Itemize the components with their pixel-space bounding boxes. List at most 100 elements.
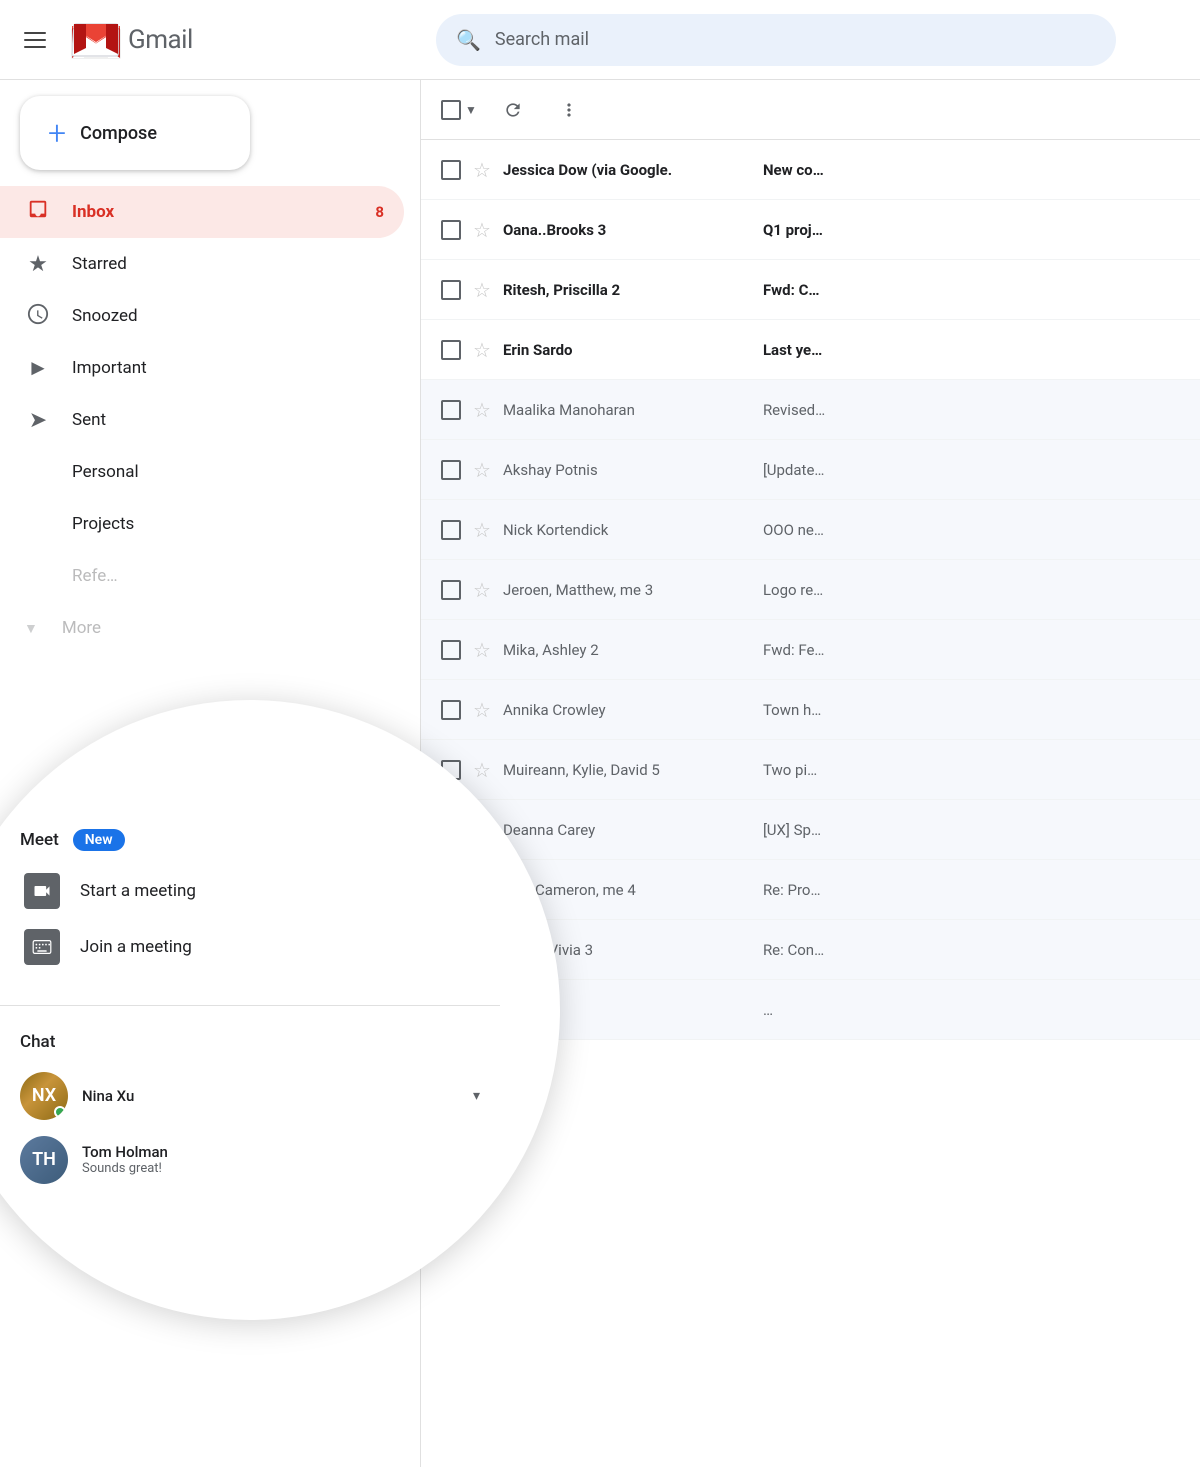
email-row[interactable]: ☆ Oana..Brooks 3 Q1 proj… xyxy=(421,200,1200,260)
email-row[interactable]: ☆ Deanna Carey [UX] Sp… xyxy=(421,800,1200,860)
email-toolbar: ▼ xyxy=(421,80,1200,140)
sidebar-item-inbox[interactable]: Inbox 8 xyxy=(0,186,404,238)
email-star-icon[interactable]: ☆ xyxy=(473,698,491,722)
search-input[interactable]: Search mail xyxy=(495,29,589,50)
email-checkbox[interactable] xyxy=(441,460,461,480)
inbox-icon xyxy=(24,198,52,226)
email-sender: Nick Kortendick xyxy=(503,521,763,539)
email-checkbox[interactable] xyxy=(441,280,461,300)
email-row[interactable]: ☆ Muireann, Kylie, David 5 Two pi… xyxy=(421,740,1200,800)
select-all-checkbox[interactable] xyxy=(441,100,461,120)
email-subject: Re: Pro… xyxy=(763,881,1180,899)
chat-user-nina[interactable]: NX Nina Xu ▾ xyxy=(20,1064,480,1128)
email-checkbox[interactable] xyxy=(441,220,461,240)
tom-name: Tom Holman xyxy=(82,1143,480,1161)
email-row[interactable]: ☆ Akshay Potnis [Update… xyxy=(421,440,1200,500)
email-star-icon[interactable]: ☆ xyxy=(473,578,491,602)
email-subject: Logo re… xyxy=(763,581,1180,599)
sidebar-item-starred[interactable]: ★ Starred xyxy=(0,238,404,290)
join-meeting-label: Join a meeting xyxy=(80,937,192,957)
email-row[interactable]: ☆ Annika Crowley Town h… xyxy=(421,680,1200,740)
chat-user-tom[interactable]: TH Tom Holman Sounds great! xyxy=(20,1128,480,1192)
starred-label: Starred xyxy=(72,254,384,274)
keyboard-icon xyxy=(24,929,60,965)
start-meeting-button[interactable]: Start a meeting xyxy=(20,863,480,919)
compose-button[interactable]: + Compose xyxy=(20,96,250,170)
email-star-icon[interactable]: ☆ xyxy=(473,758,491,782)
inbox-badge: 8 xyxy=(375,203,384,221)
sent-icon: ➤ xyxy=(24,408,52,433)
email-panel: ▼ ☆ Jessica Dow (via Google. New co… ☆ O… xyxy=(420,80,1200,1467)
email-star-icon[interactable]: ☆ xyxy=(473,638,491,662)
email-checkbox[interactable] xyxy=(441,700,461,720)
header-left: Gmail xyxy=(16,20,436,60)
snoozed-label: Snoozed xyxy=(72,306,384,326)
sidebar-item-sent[interactable]: ➤ Sent xyxy=(0,394,404,446)
email-subject: [UX] Sp… xyxy=(763,821,1180,839)
email-checkbox[interactable] xyxy=(441,400,461,420)
join-meeting-button[interactable]: Join a meeting xyxy=(20,919,480,975)
email-subject: [Update… xyxy=(763,461,1180,479)
email-star-icon[interactable]: ☆ xyxy=(473,398,491,422)
star-icon: ★ xyxy=(24,252,52,277)
compose-plus-icon: + xyxy=(48,114,66,152)
hamburger-menu[interactable] xyxy=(16,24,54,56)
select-dropdown-icon[interactable]: ▼ xyxy=(465,103,477,117)
tom-status: Sounds great! xyxy=(82,1161,480,1176)
email-row[interactable]: ☆ Jeroen, Matthew, me 3 Logo re… xyxy=(421,560,1200,620)
email-checkbox[interactable] xyxy=(441,340,461,360)
more-options-button[interactable] xyxy=(549,90,589,130)
select-all-wrap[interactable]: ▼ xyxy=(441,100,477,120)
search-bar[interactable]: 🔍 Search mail xyxy=(436,14,1116,66)
email-star-icon[interactable]: ☆ xyxy=(473,518,491,542)
email-row[interactable]: ☆ Erin Sardo Last ye… xyxy=(421,320,1200,380)
email-star-icon[interactable]: ☆ xyxy=(473,338,491,362)
email-checkbox[interactable] xyxy=(441,160,461,180)
overlay-meet-header: Meet New xyxy=(20,829,480,851)
app-header: Gmail 🔍 Search mail xyxy=(0,0,1200,80)
email-row[interactable]: ☆ Nick Kortendick OOO ne… xyxy=(421,500,1200,560)
email-sender: Deanna Carey xyxy=(503,821,763,839)
email-sender: Earl, Cameron, me 4 xyxy=(503,881,763,899)
tom-info: Tom Holman Sounds great! xyxy=(82,1143,480,1176)
nina-avatar: NX xyxy=(20,1072,68,1120)
overlay-meet-title: Meet xyxy=(20,830,59,850)
sidebar-item-projects[interactable]: Projects xyxy=(0,498,404,550)
email-subject: Q1 proj… xyxy=(763,221,1180,239)
overlay-divider xyxy=(0,1005,500,1006)
email-star-icon[interactable]: ☆ xyxy=(473,158,491,182)
email-checkbox[interactable] xyxy=(441,580,461,600)
email-sender: Jessica Dow (via Google. xyxy=(503,161,763,179)
nina-dropdown-icon[interactable]: ▾ xyxy=(473,1088,480,1104)
important-label: Important xyxy=(72,358,384,378)
email-row[interactable]: ☆ Mika, Ashley 2 Fwd: Fe… xyxy=(421,620,1200,680)
email-star-icon[interactable]: ☆ xyxy=(473,458,491,482)
overlay-chat-title: Chat xyxy=(20,1032,480,1052)
email-star-icon[interactable]: ☆ xyxy=(473,278,491,302)
sidebar-item-references[interactable]: Refe… xyxy=(0,550,404,602)
sidebar-item-more[interactable]: ▼ More xyxy=(0,602,420,654)
more-chevron-icon: ▼ xyxy=(24,620,38,637)
email-row[interactable]: ☆ Maalika Manoharan Revised… xyxy=(421,380,1200,440)
nina-online-indicator xyxy=(54,1106,66,1118)
email-star-icon[interactable]: ☆ xyxy=(473,218,491,242)
compose-label: Compose xyxy=(80,123,157,144)
sidebar-item-personal[interactable]: Personal xyxy=(0,446,404,498)
email-subject: Revised… xyxy=(763,401,1180,419)
email-row[interactable]: ☆ Jessica Dow (via Google. New co… xyxy=(421,140,1200,200)
email-checkbox[interactable] xyxy=(441,520,461,540)
gmail-wordmark: Gmail xyxy=(128,25,193,55)
email-sender: Akshay Potnis xyxy=(503,461,763,479)
inbox-label: Inbox xyxy=(72,202,355,222)
email-sender: Mika, Ashley 2 xyxy=(503,641,763,659)
email-checkbox[interactable] xyxy=(441,640,461,660)
sidebar-item-important[interactable]: ► Important xyxy=(0,342,404,394)
sidebar-item-snoozed[interactable]: Snoozed xyxy=(0,290,404,342)
refresh-button[interactable] xyxy=(493,90,533,130)
email-sender: Ritesh, Priscilla 2 xyxy=(503,281,763,299)
video-camera-icon xyxy=(24,873,60,909)
overlay-chat-section: Chat NX Nina Xu ▾ TH Tom Holman Sounds g… xyxy=(0,1020,500,1192)
email-row[interactable]: ☆ Ritesh, Priscilla 2 Fwd: C… xyxy=(421,260,1200,320)
tom-avatar: TH xyxy=(20,1136,68,1184)
references-label: Refe… xyxy=(72,566,384,586)
